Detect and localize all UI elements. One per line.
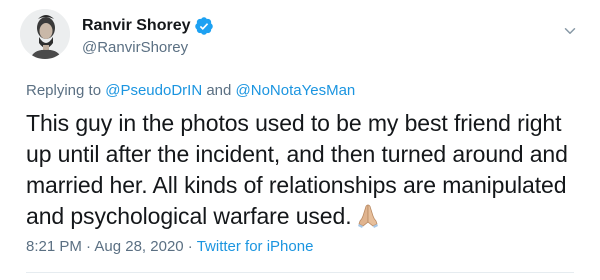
tweet-meta: 8:21 PM · Aug 28, 2020 · Twitter for iPh… — [26, 238, 313, 255]
avatar-image — [20, 9, 70, 59]
avatar[interactable] — [20, 9, 70, 59]
mention-link[interactable]: @PseudoDrIN — [105, 82, 202, 99]
divider — [26, 272, 574, 273]
author-name-row[interactable]: Ranvir Shorey — [82, 16, 214, 36]
mention-link[interactable]: @NoNotaYesMan — [236, 82, 356, 99]
verified-badge-icon — [194, 16, 214, 36]
meta-separator: · — [183, 238, 197, 255]
folded-hands-emoji — [355, 202, 381, 236]
author-handle[interactable]: @RanvirShorey — [82, 39, 188, 56]
tweet-time[interactable]: 8:21 PM — [26, 238, 82, 255]
tweet-text: This guy in the photos used to be my bes… — [26, 108, 586, 236]
replying-to: Replying to @PseudoDrIN and @NoNotaYesMa… — [26, 82, 355, 99]
meta-separator: · — [81, 238, 95, 255]
tweet-source-link[interactable]: Twitter for iPhone — [197, 238, 314, 255]
replying-to-conjunction: and — [202, 82, 236, 99]
tweet-date[interactable]: Aug 28, 2020 — [94, 238, 183, 255]
display-name[interactable]: Ranvir Shorey — [82, 17, 190, 35]
replying-to-label: Replying to — [26, 82, 106, 99]
tweet-text-content: This guy in the photos used to be my bes… — [26, 110, 568, 229]
chevron-down-icon[interactable] — [561, 22, 579, 45]
tweet-card: Ranvir Shorey @RanvirShorey Replying to … — [0, 0, 600, 280]
